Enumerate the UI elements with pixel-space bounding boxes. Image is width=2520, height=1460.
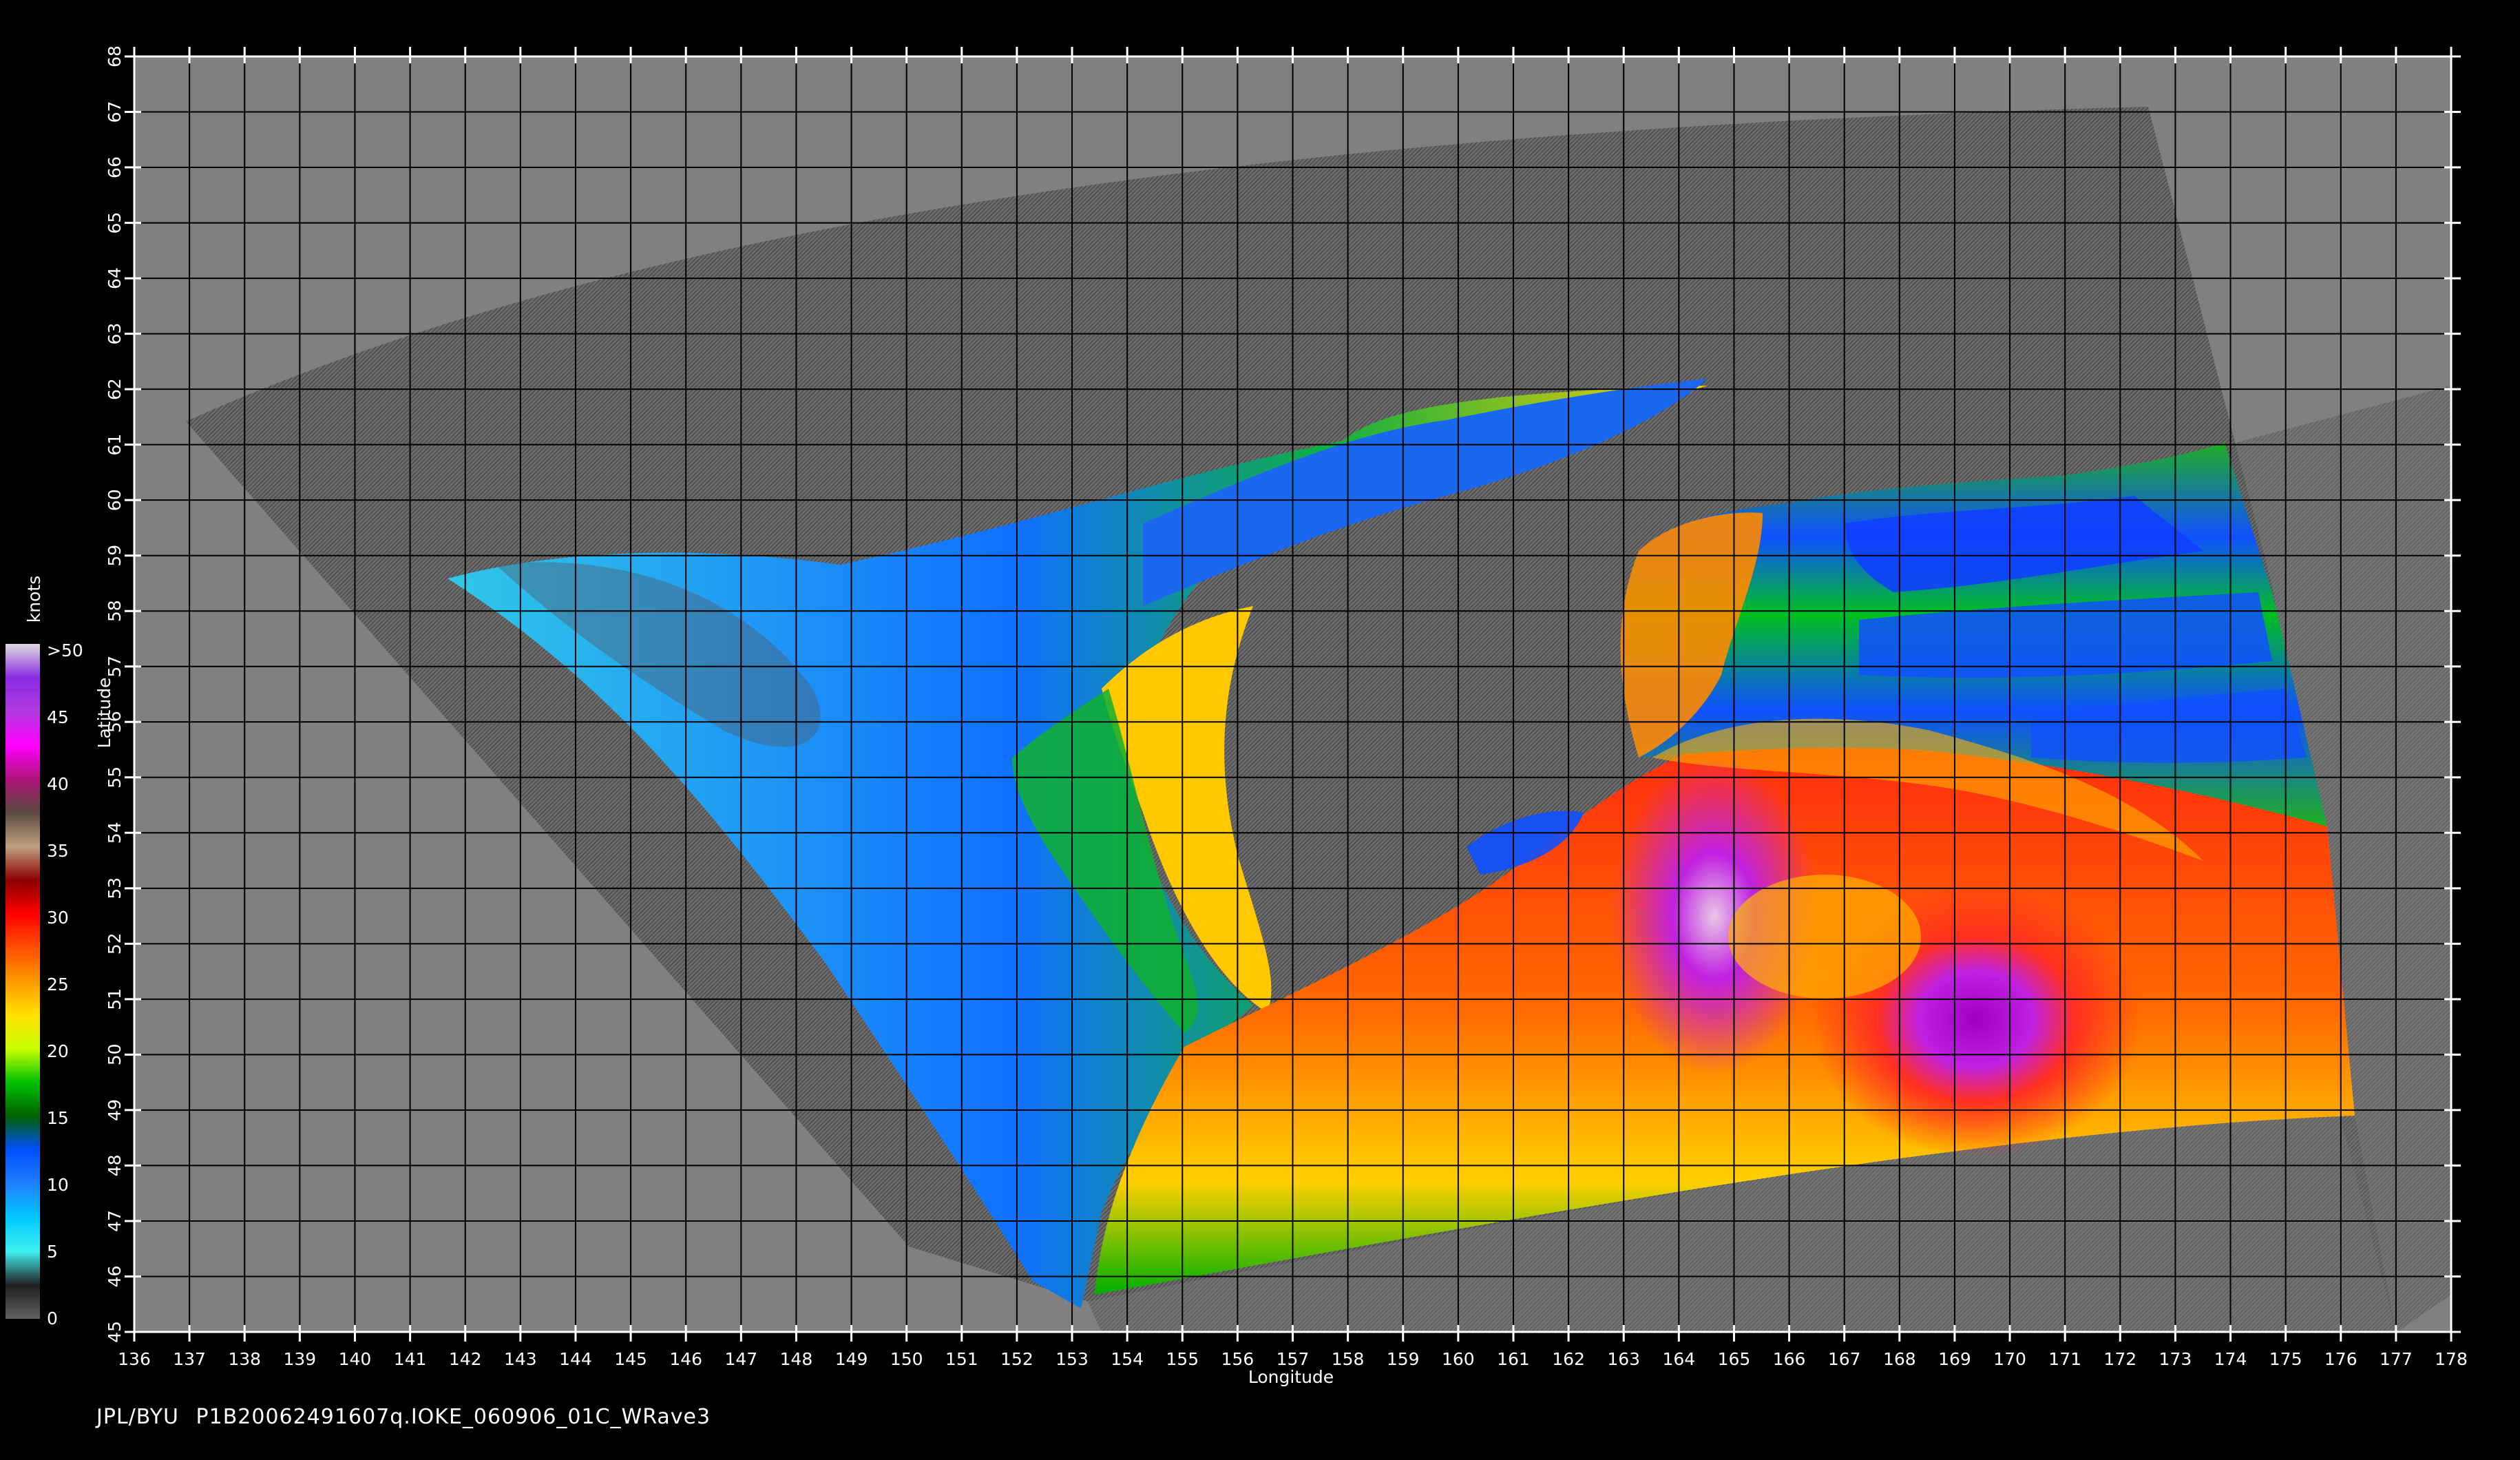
colorbar-label: 5 [47, 1242, 58, 1262]
lat-tick-label: 53 [105, 877, 125, 899]
lon-tick-label: 145 [614, 1349, 647, 1369]
lon-tick-label: 176 [2324, 1349, 2358, 1369]
colorbar-label: >50 [47, 640, 83, 660]
lon-tick-label: 155 [1166, 1349, 1199, 1369]
lon-tick-label: 168 [1883, 1349, 1916, 1369]
lat-tick-label: 61 [105, 434, 125, 456]
lat-tick-label: 66 [105, 156, 125, 178]
lat-tick-label: 63 [105, 323, 125, 345]
lat-tick-label: 55 [105, 766, 125, 789]
x-axis-label: Longitude [1248, 1367, 1334, 1387]
lon-tick-label: 161 [1497, 1349, 1530, 1369]
colorbar-label: 45 [47, 707, 69, 727]
lat-tick-label: 51 [105, 988, 125, 1010]
lon-tick-label: 167 [1828, 1349, 1861, 1369]
lon-tick-label: 152 [1000, 1349, 1033, 1369]
lon-tick-label: 136 [118, 1349, 151, 1369]
colorbar: knots >50 45 40 35 30 25 20 15 10 5 0 [6, 576, 83, 1328]
lat-tick-label: 45 [105, 1321, 125, 1343]
colorbar-swatch [6, 644, 40, 1319]
lon-tick-label: 139 [283, 1349, 316, 1369]
colorbar-label: 30 [47, 908, 69, 928]
lon-tick-label: 154 [1111, 1349, 1144, 1369]
colorbar-label: 0 [47, 1308, 58, 1328]
lat-tick-label: 59 [105, 545, 125, 567]
colorbar-unit: knots [24, 576, 44, 623]
lat-tick-label: 65 [105, 212, 125, 234]
lon-tick-label: 149 [835, 1349, 868, 1369]
lat-tick-label: 52 [105, 932, 125, 955]
lon-tick-label: 146 [669, 1349, 702, 1369]
lon-tick-label: 140 [339, 1349, 372, 1369]
lat-tick-label: 50 [105, 1043, 125, 1065]
colorbar-label: 25 [47, 974, 69, 994]
lat-tick-label: 64 [105, 267, 125, 289]
lon-tick-label: 162 [1552, 1349, 1585, 1369]
lon-tick-label: 158 [1332, 1349, 1365, 1369]
lat-tick-label: 62 [105, 378, 125, 400]
lon-tick-label: 174 [2214, 1349, 2247, 1369]
storm-eye-ring [1728, 875, 1921, 999]
lon-tick-label: 156 [1221, 1349, 1254, 1369]
lon-tick-label: 159 [1387, 1349, 1420, 1369]
lon-tick-label: 175 [2269, 1349, 2302, 1369]
lon-tick-label: 163 [1607, 1349, 1640, 1369]
lon-tick-label: 143 [504, 1349, 537, 1369]
lon-tick-label: 137 [173, 1349, 206, 1369]
lon-tick-label: 150 [890, 1349, 923, 1369]
footer-filename: P1B20062491607q.IOKE_060906_01C_WRave3 [196, 1405, 711, 1429]
lon-tick-label: 169 [1938, 1349, 1971, 1369]
lat-tick-label: 67 [105, 101, 125, 123]
lon-tick-label: 138 [228, 1349, 261, 1369]
lat-tick-label: 58 [105, 600, 125, 622]
lon-tick-label: 157 [1277, 1349, 1310, 1369]
wind-map: 136 137 138 139 140 141 142 143 144 145 146 147 148 1… [6, 45, 2468, 1387]
lon-tick-label: 171 [2048, 1349, 2081, 1369]
lon-tick-label: 142 [449, 1349, 482, 1369]
lat-tick-label: 49 [105, 1099, 125, 1121]
lat-tick-label: 57 [105, 656, 125, 678]
lon-tick-label: 173 [2159, 1349, 2192, 1369]
lon-tick-label: 170 [1993, 1349, 2026, 1369]
lon-tick-label: 178 [2435, 1349, 2468, 1369]
product-footer: JPL/BYU P1B20062491607q.IOKE_060906_01C_… [96, 1405, 711, 1429]
lon-tick-label: 148 [780, 1349, 813, 1369]
colorbar-label: 40 [47, 774, 69, 794]
lon-tick-label: 164 [1662, 1349, 1695, 1369]
lon-tick-label: 141 [394, 1349, 427, 1369]
footer-source: JPL/BYU [96, 1405, 179, 1429]
longitude-tick-labels: 136 137 138 139 140 141 142 143 144 145 146 147 148 1… [118, 1349, 2468, 1369]
lon-tick-label: 165 [1718, 1349, 1751, 1369]
lon-tick-label: 147 [724, 1349, 757, 1369]
lon-tick-label: 151 [945, 1349, 978, 1369]
colorbar-label: 20 [47, 1041, 69, 1061]
lat-tick-label: 46 [105, 1266, 125, 1288]
lat-tick-label: 60 [105, 489, 125, 511]
lon-tick-label: 166 [1773, 1349, 1806, 1369]
lat-tick-label: 54 [105, 822, 125, 844]
colorbar-labels: >50 45 40 35 30 25 20 15 10 5 0 [47, 640, 83, 1328]
lat-tick-label: 68 [105, 45, 125, 67]
colorbar-label: 10 [47, 1175, 69, 1195]
lon-tick-label: 177 [2380, 1349, 2413, 1369]
lon-tick-label: 160 [1442, 1349, 1475, 1369]
lon-tick-label: 153 [1056, 1349, 1089, 1369]
lon-tick-label: 172 [2103, 1349, 2136, 1369]
y-axis-label: Latitude [94, 678, 114, 749]
lon-tick-label: 144 [559, 1349, 592, 1369]
colorbar-label: 15 [47, 1108, 69, 1128]
colorbar-label: 35 [47, 841, 69, 861]
lat-tick-label: 47 [105, 1210, 125, 1232]
lat-tick-label: 48 [105, 1155, 125, 1177]
